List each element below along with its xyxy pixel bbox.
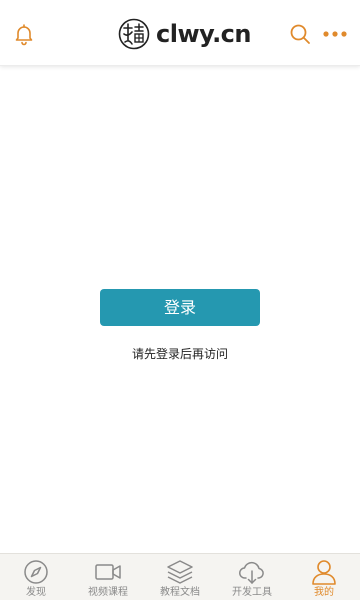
search-icon	[290, 24, 310, 44]
logo-text: clwy.cn	[156, 20, 252, 48]
app-root: clwy.cn 登录 请先登录后再访问 发现 视频课程 教程文档 开发工具 我的	[0, 0, 360, 600]
layers-icon	[166, 558, 194, 586]
tab-video-courses[interactable]: 视频课程	[72, 554, 144, 600]
login-button[interactable]: 登录	[100, 289, 260, 326]
site-logo-seal	[118, 18, 150, 50]
search-button[interactable]	[285, 19, 315, 49]
tab-label: 我的	[314, 587, 334, 598]
video-icon	[94, 558, 122, 586]
tab-mine[interactable]: 我的	[288, 554, 360, 600]
top-header: clwy.cn	[0, 0, 360, 66]
cloud-download-icon	[238, 558, 266, 586]
tab-label: 视频课程	[88, 587, 128, 598]
bottom-tab-bar: 发现 视频课程 教程文档 开发工具 我的	[0, 553, 360, 600]
tab-label: 开发工具	[232, 587, 272, 598]
tab-discover[interactable]: 发现	[0, 554, 72, 600]
bell-icon	[15, 24, 33, 46]
more-icon	[323, 31, 347, 37]
compass-icon	[22, 558, 50, 586]
tab-dev-tools[interactable]: 开发工具	[216, 554, 288, 600]
notification-button[interactable]	[9, 19, 39, 49]
site-logo[interactable]: clwy.cn	[118, 17, 252, 51]
tab-label: 发现	[26, 587, 46, 598]
more-button[interactable]	[320, 19, 350, 49]
tab-label: 教程文档	[160, 587, 200, 598]
tab-tutorial-docs[interactable]: 教程文档	[144, 554, 216, 600]
user-icon	[310, 558, 338, 586]
login-hint-text: 请先登录后再访问	[131, 347, 228, 361]
